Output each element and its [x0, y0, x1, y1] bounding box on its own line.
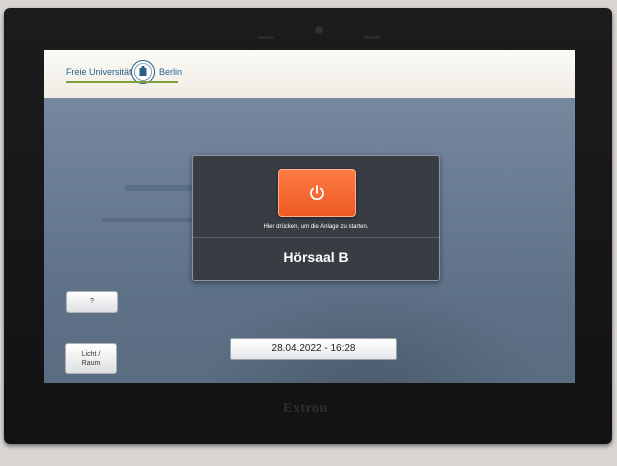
camera-icon — [316, 27, 322, 33]
light-room-button[interactable]: Licht / Raum — [65, 343, 117, 374]
logo-text-right: Berlin — [159, 67, 183, 77]
help-button[interactable]: ? — [66, 291, 118, 313]
device-brand: Extron — [283, 401, 328, 416]
power-button[interactable] — [278, 169, 356, 217]
start-dialog: Hier drücken, um die Anlage zu starten. … — [192, 155, 440, 281]
touch-screen: Freie Universität Berlin Hier drücken, u… — [44, 50, 575, 383]
logo-underline — [66, 81, 178, 83]
divider — [193, 237, 439, 238]
sensor-left — [258, 36, 274, 39]
screen-glare — [204, 280, 534, 383]
light-room-label: Licht / Raum — [81, 350, 101, 367]
start-hint: Hier drücken, um die Anlage zu starten. — [263, 224, 369, 230]
header-bar: Freie Universität Berlin — [44, 50, 575, 98]
date-time-display: 28.04.2022 - 16:28 — [230, 338, 397, 360]
logo-text-left: Freie Universität — [66, 67, 132, 77]
room-name: Hörsaal B — [283, 249, 349, 265]
sensor-right — [364, 36, 380, 39]
power-icon — [310, 185, 324, 201]
